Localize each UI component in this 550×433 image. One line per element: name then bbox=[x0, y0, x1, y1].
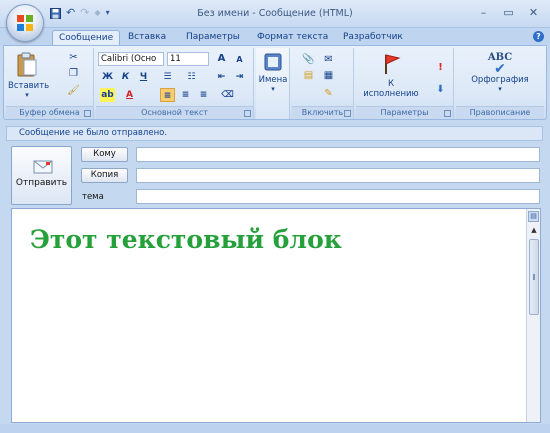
address-book-icon bbox=[264, 53, 282, 71]
envelope-icon bbox=[33, 160, 53, 174]
numbering-icon[interactable]: ☷ bbox=[184, 70, 199, 84]
ribbon: Вставить ▾ ✂ ❐ 🖌 Буфер обмена Calibri (О… bbox=[3, 45, 547, 120]
dialog-launcher-icon[interactable] bbox=[84, 110, 91, 117]
group-label-basic-text: Основной текст bbox=[96, 106, 253, 118]
flag-icon bbox=[385, 54, 401, 74]
align-right-icon[interactable]: ≡ bbox=[196, 88, 211, 102]
close-button[interactable]: ✕ bbox=[521, 4, 546, 22]
clear-format-icon[interactable]: ⌫ bbox=[220, 88, 235, 102]
bullets-icon[interactable]: ☰ bbox=[160, 70, 175, 84]
subject-label: тема bbox=[82, 192, 104, 202]
decrease-indent-icon[interactable]: ⇤ bbox=[214, 70, 229, 84]
office-logo-icon bbox=[17, 15, 33, 31]
italic-button[interactable]: К bbox=[118, 70, 133, 84]
align-left-icon[interactable]: ≡ bbox=[160, 88, 175, 102]
dialog-launcher-icon[interactable] bbox=[344, 110, 351, 117]
group-label-options: Параметры bbox=[356, 106, 453, 118]
to-button[interactable]: Кому bbox=[81, 147, 128, 162]
chevron-down-icon: ▾ bbox=[271, 85, 275, 93]
subject-field[interactable] bbox=[136, 189, 540, 204]
info-bar: Сообщение не было отправлено. bbox=[6, 126, 543, 141]
group-basic-text: Calibri (Осно 11 A A Ж К Ч ☰ ☷ ⇤ ⇥ ab A … bbox=[96, 48, 254, 119]
clipboard-icon bbox=[17, 52, 37, 77]
calendar-icon[interactable]: ▦ bbox=[322, 70, 335, 82]
help-icon[interactable]: ? bbox=[533, 31, 544, 42]
group-proofing: ABC ✔ Орфография ▾ Правописание bbox=[456, 48, 544, 119]
scroll-thumb[interactable] bbox=[529, 239, 539, 315]
cc-field[interactable] bbox=[136, 168, 540, 183]
font-color-button[interactable]: A bbox=[122, 88, 137, 102]
group-clipboard: Вставить ▾ ✂ ❐ 🖌 Буфер обмена bbox=[6, 48, 94, 119]
font-size-select[interactable]: 11 bbox=[167, 52, 209, 66]
align-center-icon[interactable]: ≡ bbox=[178, 88, 193, 102]
followup-button[interactable]: К исполнению bbox=[360, 52, 422, 99]
scroll-up-icon[interactable]: ▲ bbox=[529, 225, 539, 235]
title-bar: ↶ ↷ ◆ ▾ Без имени - Сообщение (HTML) – ▭… bbox=[0, 0, 550, 42]
ribbon-tabs: Сообщение Вставка Параметры Формат текст… bbox=[0, 28, 550, 45]
business-card-icon[interactable]: ▤ bbox=[302, 70, 315, 82]
checkmark-icon: ✔ bbox=[494, 61, 506, 77]
vertical-scrollbar[interactable]: ▤ ▲ bbox=[526, 209, 540, 422]
paste-button[interactable]: Вставить ▾ bbox=[8, 52, 49, 99]
group-names: Имена ▾ bbox=[256, 48, 290, 119]
signature-icon[interactable]: ✎ bbox=[322, 88, 335, 100]
tab-format-text[interactable]: Формат текста bbox=[257, 30, 328, 45]
low-importance-icon[interactable]: ⬇ bbox=[434, 84, 447, 96]
high-importance-icon[interactable]: ! bbox=[434, 62, 447, 74]
cut-icon[interactable]: ✂ bbox=[67, 52, 80, 64]
tab-insert[interactable]: Вставка bbox=[128, 30, 166, 45]
ruler-toggle-icon[interactable]: ▤ bbox=[528, 211, 539, 222]
tab-developer[interactable]: Разработчик bbox=[343, 30, 403, 45]
increase-indent-icon[interactable]: ⇥ bbox=[232, 70, 247, 84]
send-button[interactable]: Отправить bbox=[11, 146, 72, 205]
names-button[interactable]: Имена ▾ bbox=[258, 52, 288, 93]
status-strip bbox=[0, 424, 550, 433]
grip-icon bbox=[533, 274, 535, 280]
window-title: Без имени - Сообщение (HTML) bbox=[197, 8, 353, 19]
group-include: 📎 ✉ ▤ ▦ ✎ Включить bbox=[292, 48, 354, 119]
message-body[interactable]: Этот текстовый блок ▤ ▲ bbox=[11, 208, 541, 423]
tab-options[interactable]: Параметры bbox=[186, 30, 240, 45]
window-controls: – ▭ ✕ bbox=[471, 4, 546, 22]
underline-button[interactable]: Ч bbox=[136, 70, 151, 84]
attach-item-icon[interactable]: ✉ bbox=[322, 54, 335, 66]
to-field[interactable] bbox=[136, 147, 540, 162]
cc-button[interactable]: Копия bbox=[81, 168, 128, 183]
grow-font-button[interactable]: A bbox=[214, 52, 229, 66]
spelling-button[interactable]: ABC ✔ Орфография ▾ bbox=[458, 52, 542, 93]
chevron-down-icon: ▾ bbox=[25, 91, 29, 99]
highlight-icon[interactable]: ab bbox=[100, 88, 115, 102]
format-painter-icon[interactable]: 🖌 bbox=[67, 85, 80, 97]
office-button[interactable] bbox=[6, 4, 44, 42]
bold-button[interactable]: Ж bbox=[100, 70, 115, 84]
dialog-launcher-icon[interactable] bbox=[244, 110, 251, 117]
group-label-proofing: Правописание bbox=[456, 106, 544, 118]
copy-icon[interactable]: ❐ bbox=[67, 68, 80, 80]
chevron-down-icon: ▾ bbox=[498, 85, 502, 93]
maximize-button[interactable]: ▭ bbox=[496, 4, 521, 22]
tab-message[interactable]: Сообщение bbox=[52, 30, 121, 45]
body-text: Этот текстовый блок bbox=[30, 225, 342, 254]
dialog-launcher-icon[interactable] bbox=[444, 110, 451, 117]
attach-file-icon[interactable]: 📎 bbox=[302, 54, 315, 66]
group-label-clipboard: Буфер обмена bbox=[6, 106, 93, 118]
shrink-font-button[interactable]: A bbox=[232, 53, 247, 67]
minimize-button[interactable]: – bbox=[471, 4, 496, 22]
group-options: К исполнению ! ⬇ Параметры bbox=[356, 48, 454, 119]
font-name-select[interactable]: Calibri (Осно bbox=[98, 52, 164, 66]
